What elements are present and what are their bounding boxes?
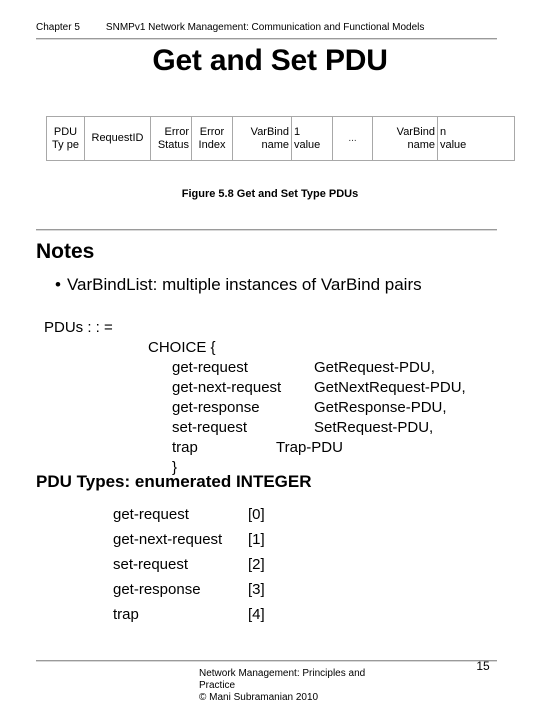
pdu-types-list: get-request [0] get-next-request [1] set… <box>113 502 288 627</box>
bullet-icon: • <box>55 275 61 294</box>
pdu-field-ellipsis: ... <box>333 117 373 160</box>
pdu-type-row: get-next-request [1] <box>113 527 288 552</box>
pdu-field-pdu-type-line1: PDU <box>53 125 78 138</box>
pdu-types-heading: PDU Types: enumerated INTEGER <box>36 472 312 491</box>
page-number: 15 <box>476 659 490 673</box>
footer-divider <box>36 660 497 662</box>
asn1-entry-name: set-request <box>172 419 248 436</box>
pdu-type-name: get-request <box>113 506 189 523</box>
pdu-type-name: get-next-request <box>113 531 223 548</box>
asn1-entry: trap Trap-PDU <box>44 438 466 458</box>
asn1-entry-name: get-request <box>172 359 248 376</box>
pdu-field-varbindn-name-line2: name <box>407 138 435 151</box>
footer-line-1: Network Management: Principles and <box>199 668 366 679</box>
footer-line-2: Practice <box>199 680 236 691</box>
chapter-label: Chapter 5 <box>36 22 80 33</box>
pdu-field-varbindn-name: VarBind name <box>373 117 438 160</box>
pdu-field-error-index-line1: Error <box>199 125 225 138</box>
pdu-type-row: get-request [0] <box>113 502 288 527</box>
figure-caption: Figure 5.8 Get and Set Type PDUs <box>181 188 359 200</box>
pdu-type-name: get-response <box>113 581 201 598</box>
footer-line-3: © Mani Subramanian 2010 <box>199 692 319 703</box>
pdu-field-pdu-type: PDU Ty pe <box>47 117 85 160</box>
asn1-entry-type: GetNextRequest-PDU, <box>314 379 466 396</box>
slide-header: Chapter 5 SNMPv1 Network Management: Com… <box>36 16 497 34</box>
pdu-type-row: get-response [3] <box>113 577 288 602</box>
asn1-entry-type: GetRequest-PDU, <box>314 359 435 376</box>
pdu-field-varbind1-name-line2: name <box>261 138 289 151</box>
pdu-field-request-id: RequestID <box>85 117 151 160</box>
asn1-entry-name: trap <box>172 439 198 456</box>
pdu-field-varbindn-name-line1: VarBind <box>396 125 435 138</box>
pdu-field-varbind1-value-line1: 1 <box>294 125 301 138</box>
notes-heading: Notes <box>36 240 95 263</box>
pdu-field-error-status-line2: Status <box>157 138 189 151</box>
pdu-type-code: [4] <box>248 606 265 623</box>
pdu-field-ellipsis-label: ... <box>348 133 357 144</box>
pdu-structure-diagram: PDU Ty pe RequestID Error Status Error I… <box>46 116 515 161</box>
page-title: Get and Set PDU <box>152 44 388 77</box>
pdu-field-error-status: Error Status <box>151 117 192 160</box>
notes-bullet-item: • VarBindList: multiple instances of VarB… <box>55 274 422 295</box>
notes-divider <box>36 229 497 231</box>
asn1-entry: get-request GetRequest-PDU, <box>44 358 466 378</box>
asn1-entry-name: get-response <box>172 399 260 416</box>
pdu-type-code: [0] <box>248 506 265 523</box>
pdu-type-name: trap <box>113 606 139 623</box>
pdu-field-error-index: Error Index <box>192 117 233 160</box>
pdu-field-varbindn-value: n value <box>438 117 480 160</box>
pdu-field-varbind1-value-line2: value <box>294 138 321 151</box>
asn1-entry: get-response GetResponse-PDU, <box>44 398 466 418</box>
asn1-entry-type: GetResponse-PDU, <box>314 399 447 416</box>
asn1-entry: set-request SetRequest-PDU, <box>44 418 466 438</box>
footer-attribution: Network Management: Principles and Pract… <box>199 668 409 704</box>
pdu-type-name: set-request <box>113 556 189 573</box>
notes-bullet-text: VarBindList: multiple instances of VarBi… <box>66 275 422 294</box>
asn1-entry: get-next-request GetNextRequest-PDU, <box>44 378 466 398</box>
pdu-field-varbindn-value-line2: value <box>440 138 467 151</box>
asn1-entry-name: get-next-request <box>172 379 282 396</box>
pdu-field-request-id-line1: RequestID <box>91 132 144 144</box>
slide-canvas: Chapter 5 SNMPv1 Network Management: Com… <box>0 0 540 720</box>
asn1-choice-open: CHOICE { <box>148 339 216 356</box>
pdu-field-error-status-line1: Error <box>164 125 189 138</box>
asn1-decl: PDUs : : = <box>44 319 113 336</box>
pdu-type-row: set-request [2] <box>113 552 288 577</box>
pdu-field-pdu-type-line2: Ty pe <box>52 138 79 151</box>
pdu-type-code: [2] <box>248 556 265 573</box>
pdu-type-code: [3] <box>248 581 265 598</box>
pdu-type-code: [1] <box>248 531 265 548</box>
header-title: SNMPv1 Network Management: Communication… <box>105 22 425 33</box>
pdu-field-varbindn-value-line1: n <box>440 125 447 138</box>
pdu-field-varbind1-name: VarBind name <box>233 117 292 160</box>
pdu-field-varbind1-name-line1: VarBind <box>250 125 289 138</box>
pdu-field-varbind1-value: 1 value <box>292 117 333 160</box>
asn1-entry-type: SetRequest-PDU, <box>314 419 434 436</box>
pdu-type-row: trap [4] <box>113 602 288 627</box>
asn1-choice-block: PDUs : : = CHOICE { get-request GetReque… <box>44 318 466 478</box>
header-divider <box>36 38 497 40</box>
asn1-entry-type: Trap-PDU <box>276 439 343 456</box>
pdu-field-error-index-line2: Index <box>198 138 226 151</box>
